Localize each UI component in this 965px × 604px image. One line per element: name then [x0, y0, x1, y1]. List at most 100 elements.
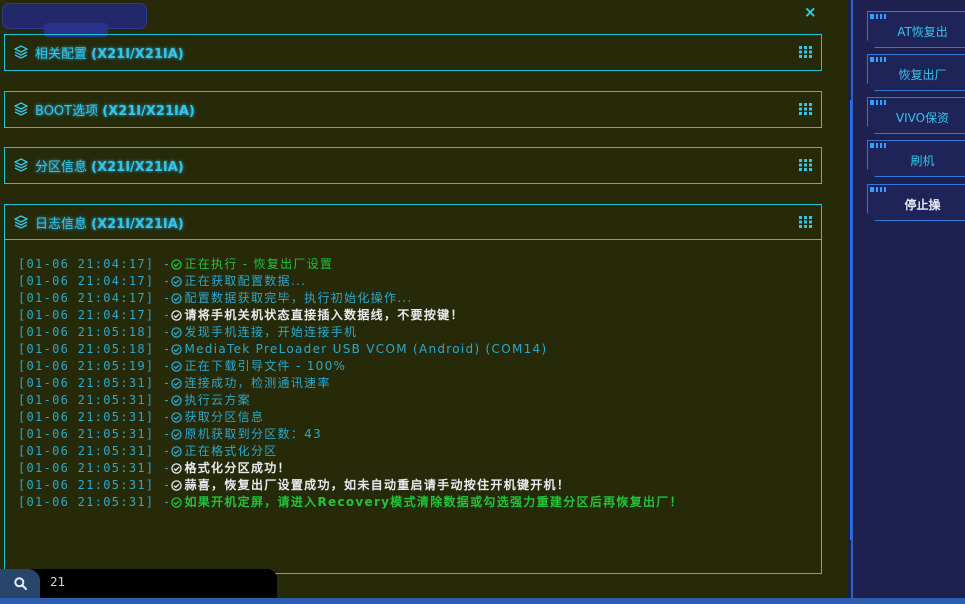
check-circle-icon	[171, 497, 183, 508]
status-strip	[0, 598, 965, 604]
sidebar-accent-line	[850, 100, 852, 540]
check-circle-icon	[171, 276, 183, 287]
search-icon	[13, 577, 27, 590]
panel-partition[interactable]: 分区信息 (X21I/X21IA)	[4, 147, 822, 184]
check-circle-icon	[171, 259, 183, 270]
check-circle-icon	[171, 344, 183, 355]
grid-icon[interactable]	[799, 46, 812, 58]
panel-title-text: 分区信息	[35, 159, 88, 175]
panel-title: 日志信息 (X21I/X21IA)	[35, 213, 184, 232]
log-entry: [01-06 21:05:31] - 连接成功，检测通讯速率	[18, 375, 821, 392]
log-timestamp: [01-06 21:05:31] -	[18, 461, 172, 475]
panel-header[interactable]: 相关配置 (X21I/X21IA)	[5, 35, 821, 69]
panel-boot[interactable]: BOOT选项 (X21I/X21IA)	[4, 91, 822, 128]
check-circle-icon	[171, 378, 183, 389]
button-label: AT恢复出	[897, 25, 948, 39]
log-list: [01-06 21:04:17] - 正在执行 - 恢复出厂设置 [01-06 2…	[5, 240, 821, 511]
button-decoration-icon	[870, 143, 892, 148]
check-circle-icon	[171, 395, 183, 406]
log-timestamp: [01-06 21:05:31] -	[18, 393, 172, 407]
vivo-keep-data-button[interactable]: VIVO保资	[867, 97, 965, 134]
log-entry: [01-06 21:05:31] - 获取分区信息	[18, 409, 821, 426]
panel-title: 分区信息 (X21I/X21IA)	[35, 156, 184, 175]
log-entry: [01-06 21:05:31] - 执行云方案	[18, 392, 821, 409]
panel-title: 相关配置 (X21I/X21IA)	[35, 43, 184, 62]
search-button[interactable]	[0, 569, 40, 598]
log-timestamp: [01-06 21:05:31] -	[18, 376, 172, 390]
log-message: 获取分区信息	[184, 410, 265, 424]
log-message: 如果开机定屏，请进入Recovery模式清除数据或勾选强力重建分区后再恢复出厂！	[184, 495, 683, 509]
log-timestamp: [01-06 21:04:17] -	[18, 308, 172, 322]
log-message: 原机获取到分区数：43	[184, 427, 323, 441]
button-decoration-icon	[870, 57, 892, 62]
panel-log: 日志信息 (X21I/X21IA) [01-06 21:04:17] - 正在执…	[4, 204, 822, 574]
log-entry: [01-06 21:05:18] - MediaTek PreLoader US…	[18, 341, 821, 358]
log-timestamp: [01-06 21:05:31] -	[18, 478, 172, 492]
log-entry: [01-06 21:04:17] - 配置数据获取完毕，执行初始化操作...	[18, 290, 821, 307]
button-decoration-icon	[870, 187, 892, 192]
button-label: 停止操	[904, 198, 941, 212]
panel-header[interactable]: 分区信息 (X21I/X21IA)	[5, 148, 821, 182]
log-entry: [01-06 21:05:31] - 原机获取到分区数：43	[18, 426, 821, 443]
check-circle-icon	[171, 429, 183, 440]
panel-model: (X21I/X21IA)	[91, 159, 184, 175]
log-timestamp: [01-06 21:05:18] -	[18, 342, 172, 356]
factory-reset-button[interactable]: 恢复出厂	[867, 54, 965, 91]
check-circle-icon	[171, 480, 183, 491]
log-message: 发现手机连接，开始连接手机	[184, 325, 358, 339]
search-input[interactable]	[50, 575, 270, 589]
layers-icon	[14, 215, 28, 229]
panel-model: (X21I/X21IA)	[91, 216, 184, 232]
check-circle-icon	[171, 293, 183, 304]
log-timestamp: [01-06 21:05:18] -	[18, 325, 172, 339]
panel-title-text: 日志信息	[35, 216, 88, 232]
panel-header[interactable]: BOOT选项 (X21I/X21IA)	[5, 92, 821, 126]
grid-icon[interactable]	[799, 159, 812, 171]
log-message: MediaTek PreLoader USB VCOM (Android) (C…	[184, 342, 548, 356]
check-circle-icon	[171, 310, 183, 321]
log-timestamp: [01-06 21:05:19] -	[18, 359, 172, 373]
log-entry: [01-06 21:05:31] - 如果开机定屏，请进入Recovery模式清…	[18, 494, 821, 511]
panel-config[interactable]: 相关配置 (X21I/X21IA)	[4, 34, 822, 71]
button-decoration-icon	[870, 14, 892, 19]
log-entry: [01-06 21:05:19] - 正在下载引导文件 - 100%	[18, 358, 821, 375]
button-decoration-icon	[870, 100, 892, 105]
log-entry: [01-06 21:04:17] - 请将手机关机状态直接插入数据线，不要按键！	[18, 307, 821, 324]
check-circle-icon	[171, 446, 183, 457]
stop-button[interactable]: 停止操	[867, 184, 965, 221]
layers-icon	[14, 45, 28, 59]
search-bar	[0, 569, 277, 598]
panel-title-text: 相关配置	[35, 46, 88, 62]
layers-icon	[14, 102, 28, 116]
button-label: VIVO保资	[895, 111, 950, 125]
layers-icon	[14, 158, 28, 172]
main-area: × 相关配置 (X21I/X21IA) BOOT选项 (X21I/X21IA) …	[0, 0, 848, 598]
log-message: 正在获取配置数据...	[184, 274, 307, 288]
flash-button[interactable]: 刷机	[867, 140, 965, 177]
close-icon[interactable]: ×	[804, 3, 817, 21]
panel-model: (X21I/X21IA)	[102, 103, 195, 119]
check-circle-icon	[171, 463, 183, 474]
grid-icon[interactable]	[799, 216, 812, 228]
at-reset-button[interactable]: AT恢复出	[867, 11, 965, 48]
check-circle-icon	[171, 412, 183, 423]
panel-header[interactable]: 日志信息 (X21I/X21IA)	[5, 205, 821, 240]
log-message: 连接成功，检测通讯速率	[184, 376, 331, 390]
panel-title-text: BOOT选项	[35, 103, 99, 119]
log-entry: [01-06 21:04:17] - 正在执行 - 恢复出厂设置	[18, 256, 821, 273]
panel-model: (X21I/X21IA)	[91, 46, 184, 62]
log-timestamp: [01-06 21:04:17] -	[18, 257, 172, 271]
log-timestamp: [01-06 21:04:17] -	[18, 291, 172, 305]
log-message: 蒜喜，恢复出厂设置成功，如未自动重启请手动按住开机键开机！	[184, 478, 571, 492]
panel-title: BOOT选项 (X21I/X21IA)	[35, 100, 195, 119]
log-message: 正在执行 - 恢复出厂设置	[184, 257, 334, 271]
grid-icon[interactable]	[799, 103, 812, 115]
check-circle-icon	[171, 327, 183, 338]
log-entry: [01-06 21:05:31] - 正在格式化分区	[18, 443, 821, 460]
log-message: 配置数据获取完毕，执行初始化操作...	[184, 291, 413, 305]
log-message: 执行云方案	[184, 393, 251, 407]
log-timestamp: [01-06 21:04:17] -	[18, 274, 172, 288]
log-message: 正在下载引导文件 - 100%	[184, 359, 347, 373]
log-entry: [01-06 21:04:17] - 正在获取配置数据...	[18, 273, 821, 290]
log-entry: [01-06 21:05:18] - 发现手机连接，开始连接手机	[18, 324, 821, 341]
